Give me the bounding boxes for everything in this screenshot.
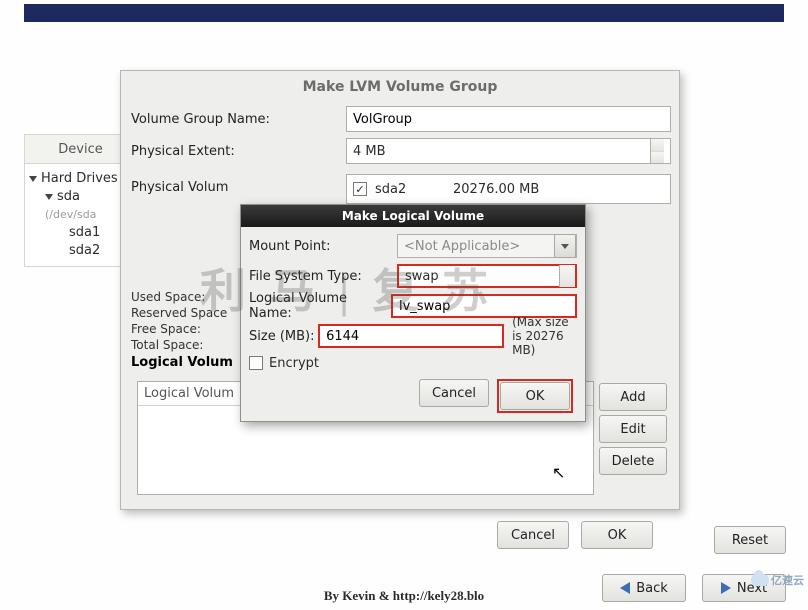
encrypt-checkbox[interactable] [249, 356, 263, 370]
pv-name: sda2 [375, 182, 445, 197]
chevron-down-icon[interactable] [45, 194, 53, 200]
lv-name-label: Logical Volume Name: [249, 291, 391, 321]
reset-button[interactable]: Reset [714, 526, 786, 554]
pe-select[interactable]: 4 MB [346, 138, 671, 164]
stepper-icon[interactable] [650, 139, 664, 163]
mount-point-combo: <Not Applicable> [397, 234, 577, 258]
size-hint: (Max size is 20276 MB) [512, 315, 577, 357]
pv-listbox[interactable]: ✓ sda2 20276.00 MB [346, 174, 671, 204]
free-space-label: Free Space: [131, 321, 227, 337]
reserved-space-label: Reserved Space [131, 305, 227, 321]
mount-point-value: <Not Applicable> [404, 239, 520, 254]
tree-root-label: Hard Drives [41, 171, 118, 186]
pe-label: Physical Extent: [131, 144, 346, 159]
vg-name-label: Volume Group Name: [131, 112, 346, 127]
tree-disk-label: sda [57, 189, 80, 204]
tree-disk-path: (/dev/sda [45, 208, 96, 221]
used-space-label: Used Space: [131, 289, 227, 305]
encrypt-label: Encrypt [269, 356, 319, 371]
cloud-icon [751, 574, 769, 586]
pv-label: Physical Volum [131, 174, 346, 195]
total-space-label: Total Space: [131, 337, 227, 353]
space-stats: Used Space: Reserved Space Free Space: T… [131, 289, 227, 353]
pv-size: 20276.00 MB [453, 182, 539, 197]
chevron-down-icon [554, 234, 576, 258]
size-input[interactable] [318, 324, 504, 348]
lv-dialog-titlebar[interactable]: Make Logical Volume [241, 205, 585, 227]
corner-logo: 亿速云 [751, 572, 804, 588]
lv-add-button[interactable]: Add [599, 383, 667, 411]
footer-credit: By Kevin & http://kely28.blo [0, 588, 808, 604]
vg-dialog-title: Make LVM Volume Group [121, 71, 679, 103]
lv-cancel-button[interactable]: Cancel [419, 379, 489, 407]
lv-section-header: Logical Volum [131, 355, 233, 370]
chevron-down-icon[interactable] [29, 176, 37, 182]
fs-type-label: File System Type: [249, 269, 397, 284]
tree-partition-1[interactable]: sda1 [29, 224, 132, 242]
vg-cancel-button[interactable]: Cancel [497, 521, 569, 549]
pv-checkbox[interactable]: ✓ [353, 182, 367, 196]
lv-delete-button[interactable]: Delete [599, 447, 667, 475]
vg-ok-button[interactable]: OK [581, 521, 653, 549]
lv-ok-button[interactable]: OK [500, 382, 570, 410]
window-titlebar [24, 4, 784, 22]
fs-type-value: swap [405, 269, 439, 284]
stepper-icon[interactable] [559, 265, 575, 287]
vg-name-input[interactable] [346, 106, 671, 132]
tree-partition-2[interactable]: sda2 [29, 242, 132, 260]
lv-edit-button[interactable]: Edit [599, 415, 667, 443]
tree-disk[interactable]: sda (/dev/sda [29, 188, 132, 224]
size-label: Size (MB): [249, 329, 318, 344]
mount-point-label: Mount Point: [249, 239, 397, 254]
corner-logo-text: 亿速云 [771, 572, 804, 588]
pe-value: 4 MB [353, 144, 386, 159]
make-lv-dialog: Make Logical Volume Mount Point: <Not Ap… [240, 204, 586, 422]
fs-type-combo[interactable]: swap [397, 264, 577, 288]
tree-root[interactable]: Hard Drives [29, 170, 132, 188]
